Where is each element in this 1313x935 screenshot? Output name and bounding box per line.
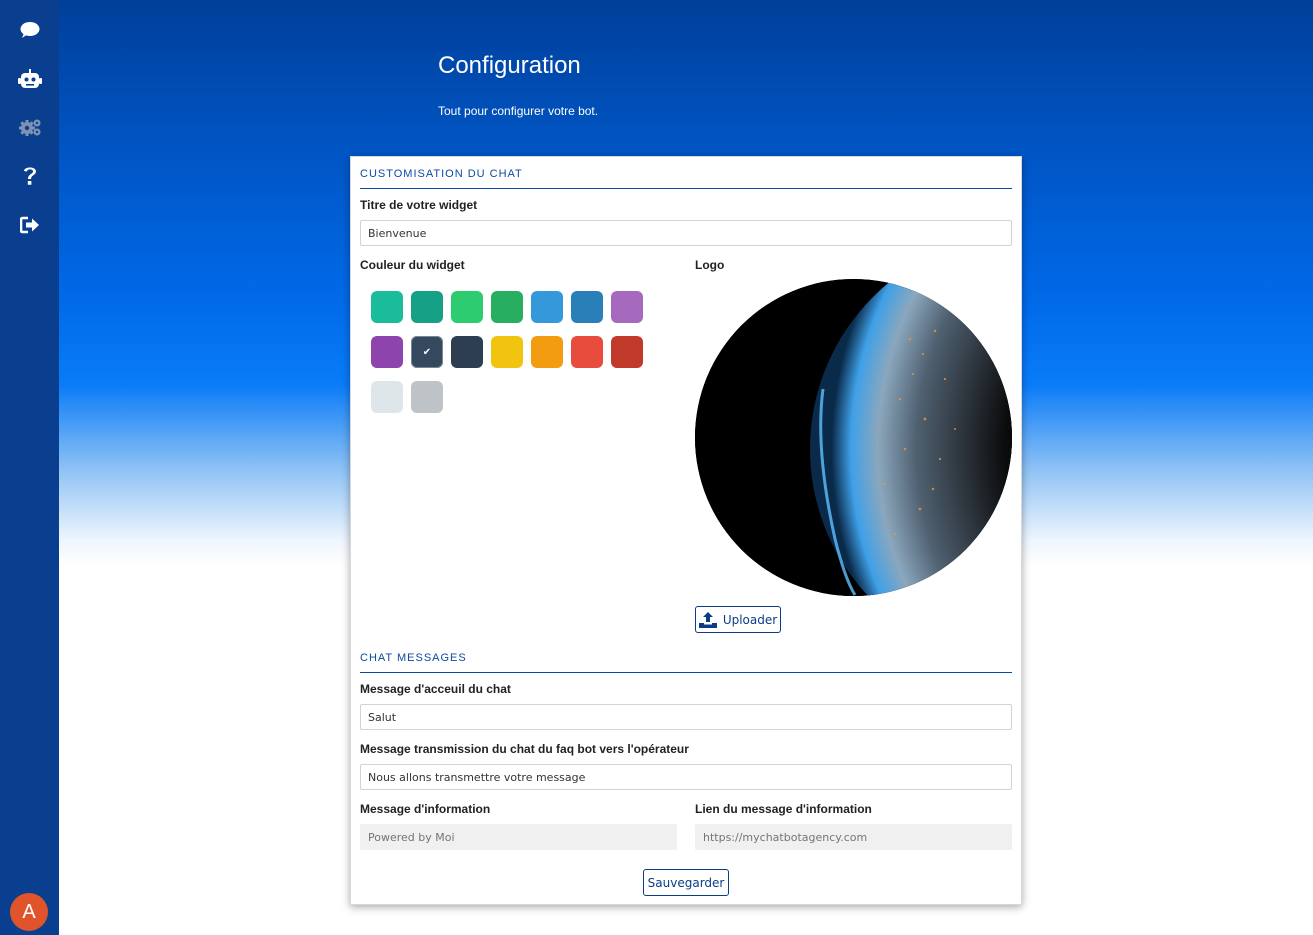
color-swatch[interactable] [531, 291, 563, 323]
color-swatch[interactable] [531, 336, 563, 368]
logo-preview-image [695, 279, 1012, 596]
color-swatch[interactable] [371, 291, 403, 323]
color-swatch[interactable] [411, 291, 443, 323]
color-swatch[interactable] [491, 291, 523, 323]
widget-color-label: Couleur du widget [360, 258, 465, 272]
info-link-input[interactable] [695, 824, 1012, 850]
nav-chat[interactable] [0, 10, 59, 50]
color-swatch[interactable] [411, 381, 443, 413]
section-title-customisation: CUSTOMISATION DU CHAT [360, 168, 1012, 189]
color-swatch[interactable] [571, 291, 603, 323]
chat-bubble-icon [20, 22, 39, 38]
nav-help[interactable] [0, 156, 59, 196]
color-swatch[interactable] [571, 336, 603, 368]
color-swatch[interactable] [611, 291, 643, 323]
save-button[interactable]: Sauvegarder [643, 869, 729, 896]
nav-logout[interactable] [0, 205, 59, 245]
welcome-message-label: Message d'acceuil du chat [360, 682, 511, 696]
welcome-message-input[interactable] [360, 704, 1012, 730]
user-avatar[interactable]: A [10, 893, 48, 931]
upload-label: Uploader [722, 612, 778, 627]
color-swatch[interactable] [491, 336, 523, 368]
color-swatch[interactable] [611, 336, 643, 368]
transfer-message-input[interactable] [360, 764, 1012, 790]
widget-title-input[interactable] [360, 220, 1012, 246]
page-subtitle: Tout pour configurer votre bot. [438, 104, 599, 118]
color-swatch[interactable] [371, 381, 403, 413]
gears-icon [18, 119, 40, 136]
check-icon: ✔ [422, 346, 432, 358]
upload-icon [698, 611, 717, 628]
info-link-label: Lien du message d'information [695, 802, 872, 816]
sign-out-icon [19, 216, 39, 234]
question-icon [23, 167, 36, 185]
color-swatch[interactable] [451, 291, 483, 323]
info-message-input[interactable] [360, 824, 677, 850]
sidebar: A [0, 0, 59, 935]
nav-bots[interactable] [0, 59, 59, 99]
logo-label: Logo [695, 258, 725, 272]
nav-settings[interactable] [0, 107, 59, 147]
page-title: Configuration [438, 52, 581, 79]
upload-logo-button[interactable]: Uploader [695, 606, 781, 633]
info-message-label: Message d'information [360, 802, 491, 816]
transfer-message-label: Message transmission du chat du faq bot … [360, 742, 689, 756]
color-swatch[interactable]: ✔ [411, 336, 443, 368]
color-swatch[interactable] [451, 336, 483, 368]
section-title-messages: CHAT MESSAGES [360, 652, 1012, 673]
color-swatch[interactable] [371, 336, 403, 368]
widget-title-label: Titre de votre widget [360, 198, 478, 212]
configuration-card: CUSTOMISATION DU CHAT Titre de votre wid… [350, 156, 1022, 905]
robot-icon [17, 69, 42, 88]
